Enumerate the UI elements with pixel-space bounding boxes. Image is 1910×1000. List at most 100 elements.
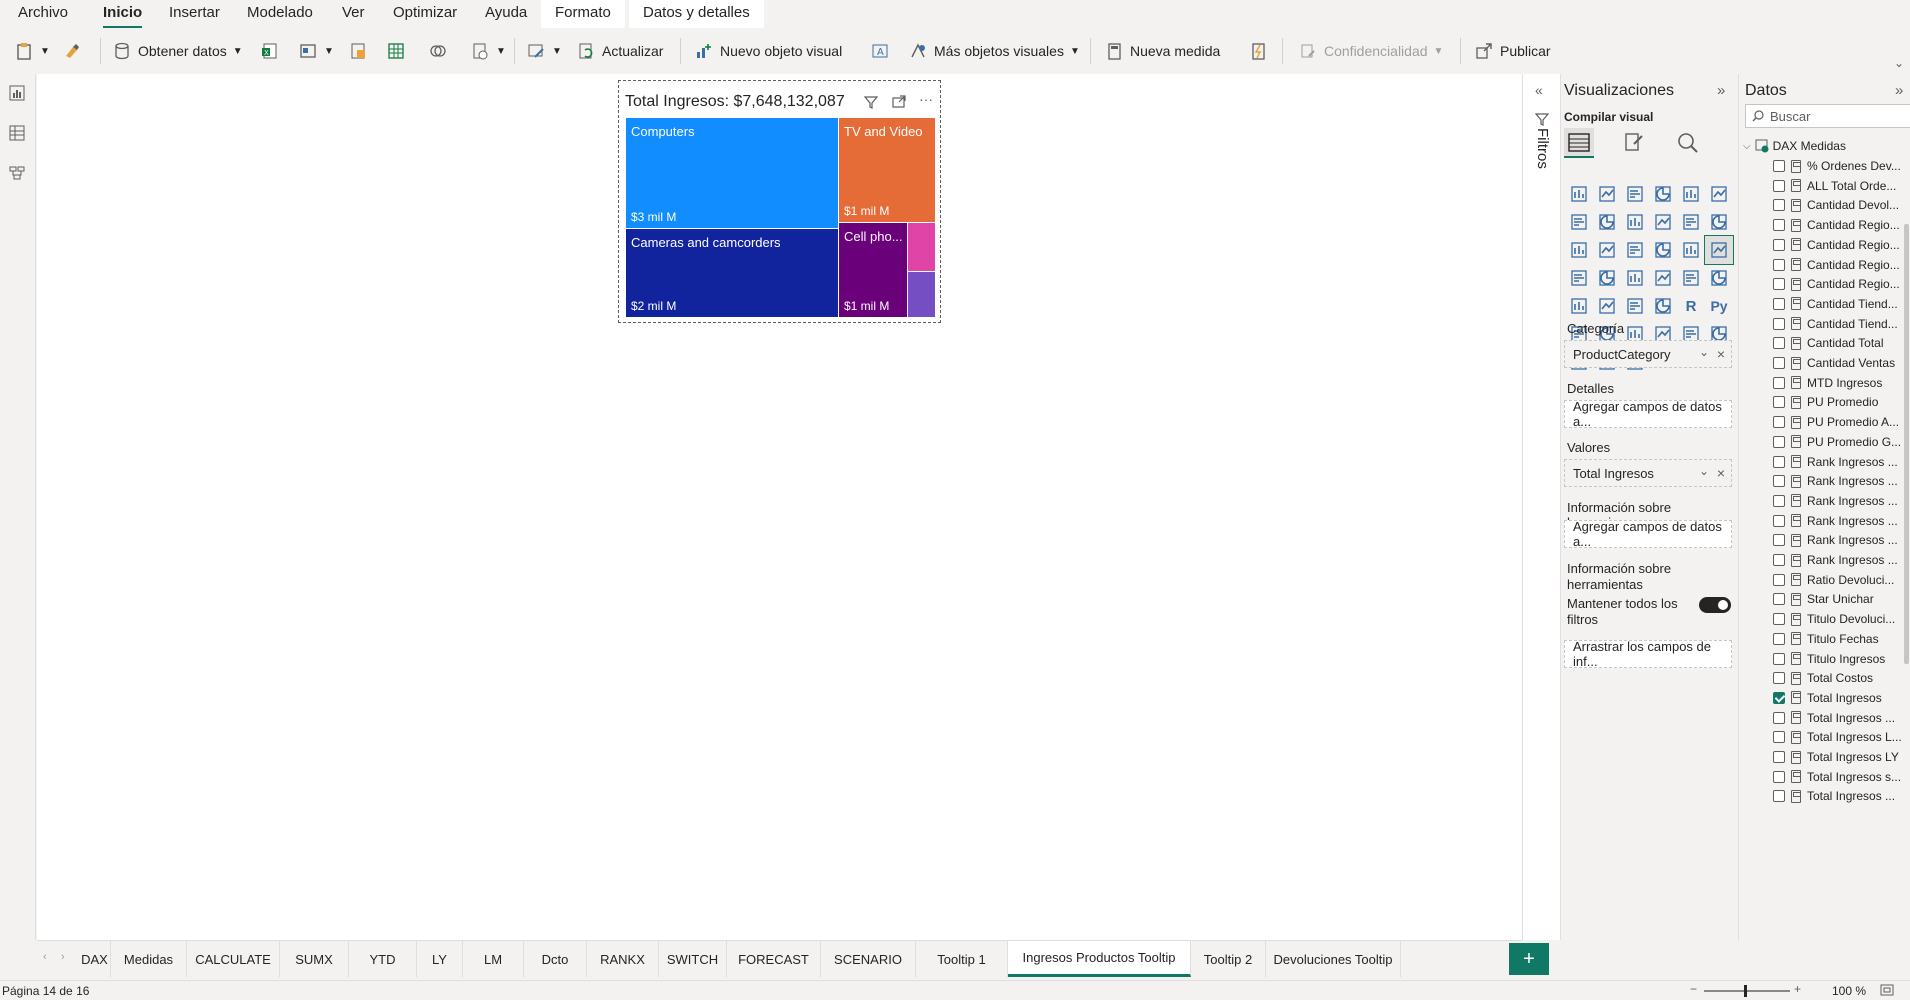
field-checkbox[interactable] — [1773, 258, 1785, 271]
page-tab[interactable]: Medidas — [111, 941, 187, 977]
100-column-icon[interactable] — [1705, 180, 1733, 208]
page-tab[interactable]: Tooltip 2 — [1191, 941, 1266, 977]
field-item[interactable]: Total Ingresos ... — [1773, 708, 1905, 728]
field-checkbox[interactable] — [1773, 554, 1785, 566]
azure-map-icon[interactable] — [1621, 264, 1649, 292]
field-item[interactable]: PU Promedio A... — [1773, 412, 1905, 432]
field-checkbox[interactable] — [1773, 179, 1785, 192]
field-checkbox[interactable] — [1773, 731, 1785, 744]
page-tab[interactable]: Devoluciones Tooltip — [1266, 941, 1401, 977]
field-checkbox[interactable] — [1773, 396, 1785, 409]
field-checkbox[interactable] — [1773, 672, 1785, 685]
field-checkbox[interactable] — [1773, 475, 1785, 488]
field-item[interactable]: ALL Total Orde... — [1773, 176, 1905, 196]
text-box-button[interactable]: A — [870, 38, 890, 64]
chevron-down-icon[interactable]: ⌄ — [1699, 464, 1709, 478]
field-item[interactable]: Rank Ingresos ... — [1773, 530, 1905, 550]
treemap-tile[interactable]: Cell pho... $1 mil M — [839, 223, 907, 317]
field-item[interactable]: Cantidad Ventas — [1773, 353, 1905, 373]
field-checkbox[interactable] — [1773, 534, 1785, 547]
field-checkbox[interactable] — [1773, 691, 1785, 704]
field-checkbox[interactable] — [1773, 238, 1785, 251]
tab-formato[interactable]: Formato — [541, 0, 625, 28]
field-item[interactable]: Rank Ingresos ... — [1773, 511, 1905, 531]
treemap-tile[interactable]: Cameras and camcorders $2 mil M — [626, 229, 838, 317]
table-node[interactable]: ⌵ DAX Medidas — [1743, 137, 1846, 155]
search-box[interactable]: Buscar — [1745, 104, 1910, 128]
field-item[interactable]: Cantidad Regio... — [1773, 274, 1905, 294]
tab-ayuda[interactable]: Ayuda — [485, 4, 527, 24]
field-checkbox[interactable] — [1773, 751, 1785, 763]
onelake-button[interactable]: ▼ — [298, 38, 334, 64]
chevron-down-icon[interactable]: ⌵ — [1743, 141, 1751, 152]
categoria-well[interactable]: ProductCategory ⌄ × — [1564, 340, 1732, 368]
valores-well[interactable]: Total Ingresos ⌄ × — [1564, 459, 1732, 487]
page-tab[interactable]: CALCULATE — [187, 941, 280, 977]
field-item[interactable]: Rank Ingresos ... — [1773, 550, 1905, 570]
field-item[interactable]: PU Promedio — [1773, 392, 1905, 412]
ribbon-icon[interactable] — [1705, 208, 1733, 236]
field-checkbox[interactable] — [1773, 652, 1785, 665]
field-checkbox[interactable] — [1773, 219, 1785, 232]
treemap-tile[interactable]: TV and Video $1 mil M — [839, 118, 935, 222]
obtener-datos-button[interactable]: Obtener datos ▼ — [112, 38, 243, 64]
field-checkbox[interactable] — [1773, 435, 1785, 448]
more-options-icon[interactable]: ··· — [919, 91, 933, 107]
build-visual-tab[interactable] — [1564, 128, 1594, 158]
collapse-viz-icon[interactable]: » — [1717, 82, 1725, 99]
tab-optimizar[interactable]: Optimizar — [393, 4, 457, 24]
field-item[interactable]: % Ordenes Dev... — [1773, 156, 1905, 176]
field-checkbox[interactable] — [1773, 455, 1785, 468]
treemap-icon[interactable] — [1704, 235, 1734, 265]
excel-button[interactable]: X — [260, 38, 280, 64]
nueva-medida-button[interactable]: Nueva medida — [1104, 38, 1220, 64]
field-checkbox[interactable] — [1773, 790, 1785, 803]
field-item[interactable]: Rank Ingresos ... — [1773, 491, 1905, 511]
ribbon-collapse-icon[interactable]: ⌄ — [1894, 56, 1904, 70]
scatter-icon[interactable] — [1621, 236, 1649, 264]
treemap-tile-small[interactable] — [908, 223, 935, 271]
field-item[interactable]: Cantidad Tiend... — [1773, 314, 1905, 334]
field-checkbox[interactable] — [1773, 514, 1785, 527]
field-item[interactable]: Star Unichar — [1773, 589, 1905, 609]
zoom-in-icon[interactable]: + — [1794, 982, 1801, 996]
transform-data-button[interactable]: ▼ — [526, 38, 562, 64]
page-tab[interactable]: LM — [463, 941, 524, 977]
zoom-out-icon[interactable]: − — [1690, 982, 1697, 996]
publicar-button[interactable]: Publicar — [1474, 38, 1551, 64]
clustered-bar-icon[interactable] — [1621, 180, 1649, 208]
field-item[interactable]: Cantidad Total — [1773, 333, 1905, 353]
field-checkbox[interactable] — [1773, 376, 1785, 389]
field-item[interactable]: Rank Ingresos ... — [1773, 452, 1905, 472]
page-tab[interactable]: SUMX — [280, 941, 349, 977]
chevron-down-icon[interactable]: ⌄ — [1699, 345, 1709, 359]
field-item[interactable]: Total Ingresos — [1773, 688, 1905, 708]
field-item[interactable]: Total Costos — [1773, 668, 1905, 688]
field-item[interactable]: Cantidad Regio... — [1773, 215, 1905, 235]
field-item[interactable]: Titulo Fechas — [1773, 629, 1905, 649]
field-checkbox[interactable] — [1773, 278, 1785, 291]
filled-map-icon[interactable] — [1593, 264, 1621, 292]
page-tab[interactable]: RANKX — [587, 941, 659, 977]
page-tab[interactable]: SWITCH — [659, 941, 727, 977]
field-checkbox[interactable] — [1773, 160, 1785, 172]
sql-button[interactable] — [348, 38, 368, 64]
detalles-well[interactable]: Agregar campos de datos a... — [1564, 399, 1732, 429]
field-item[interactable]: Titulo Ingresos — [1773, 649, 1905, 669]
filters-pane-collapsed[interactable]: « Filtros — [1522, 74, 1560, 940]
stacked-area-icon[interactable] — [1621, 208, 1649, 236]
recent-sources-button[interactable]: ▼ — [470, 38, 506, 64]
nuevo-objeto-visual-button[interactable]: Nuevo objeto visual — [694, 38, 842, 64]
filter-icon[interactable] — [863, 94, 879, 110]
tab-insertar[interactable]: Insertar — [169, 4, 220, 24]
add-page-button[interactable]: + — [1509, 943, 1549, 975]
tab-archivo[interactable]: Archivo — [18, 4, 68, 24]
field-item[interactable]: Cantidad Regio... — [1773, 235, 1905, 255]
python-visual-icon[interactable]: Py — [1705, 292, 1733, 320]
prev-page-icon[interactable]: ‹ — [43, 951, 47, 963]
format-painter-button[interactable] — [62, 38, 82, 64]
focus-mode-icon[interactable] — [891, 94, 907, 110]
next-page-icon[interactable]: › — [61, 951, 65, 963]
field-checkbox[interactable] — [1773, 632, 1785, 645]
tab-inicio[interactable]: Inicio — [103, 4, 143, 29]
